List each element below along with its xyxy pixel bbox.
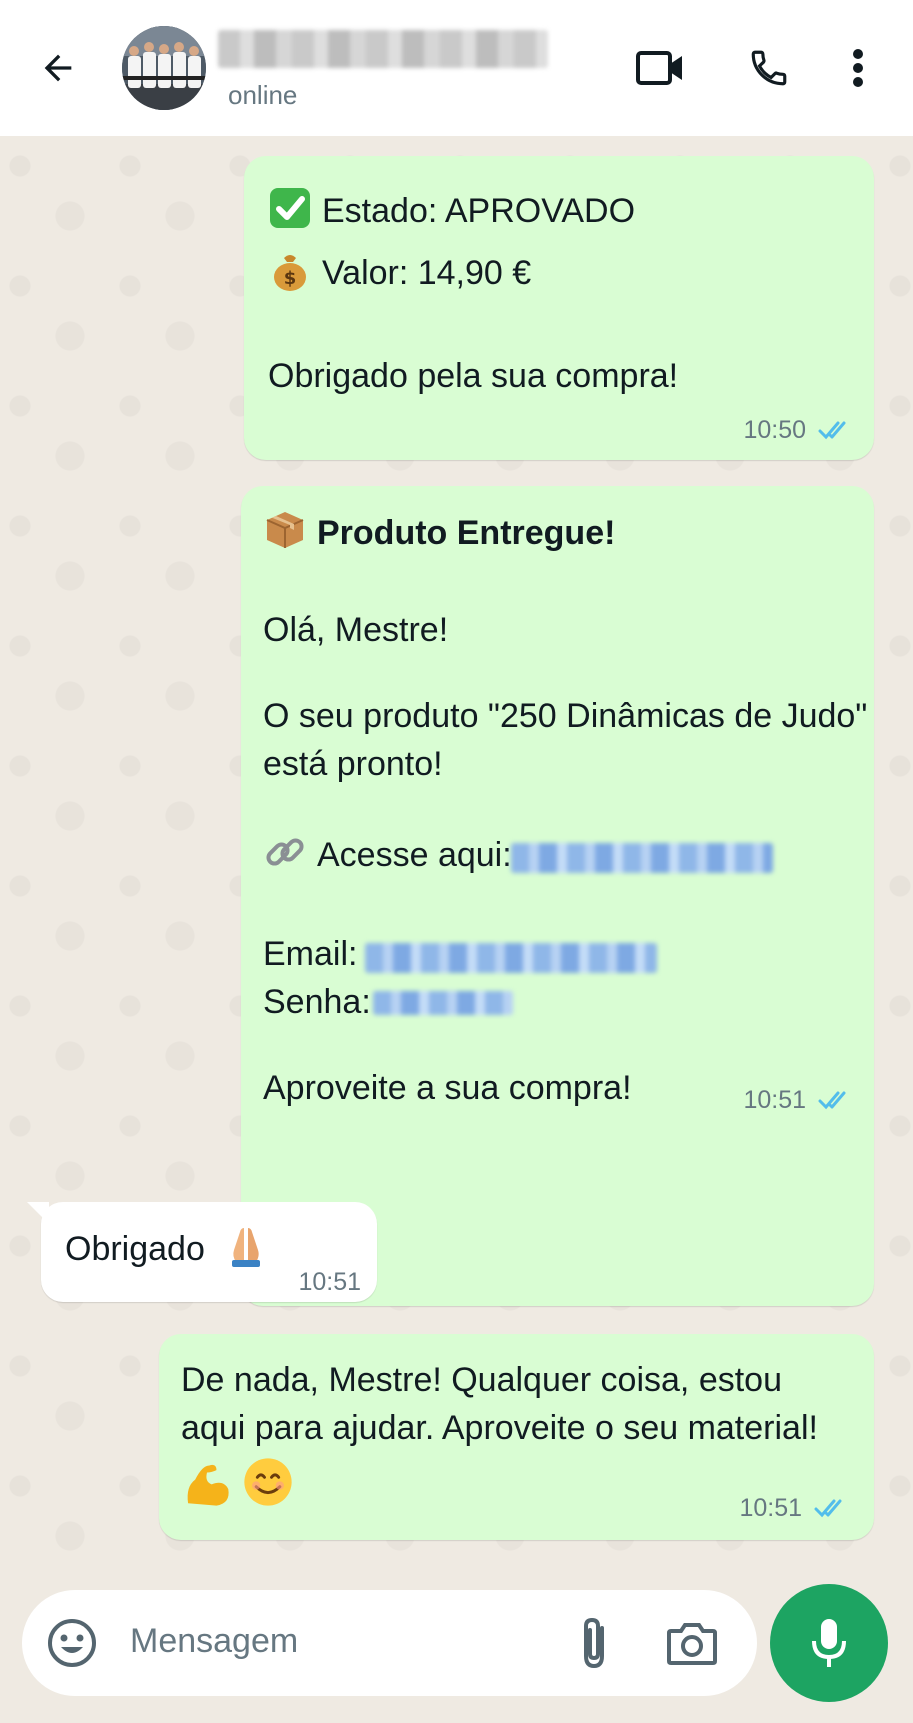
contact-avatar[interactable] [122, 26, 206, 110]
smiling-face-icon [244, 1458, 293, 1506]
svg-text:$: $ [284, 268, 297, 289]
message-bubble-outgoing[interactable]: Produto Entregue! Olá, Mestre! O seu pro… [241, 486, 874, 1306]
message-text: Obrigado pela sua compra! [268, 357, 679, 395]
attach-button[interactable] [566, 1615, 622, 1671]
message-text: Email: [263, 935, 358, 973]
voice-call-button[interactable] [741, 40, 797, 96]
message-text: está pronto! [263, 745, 443, 783]
redacted-email [365, 943, 657, 973]
read-receipt-icon [814, 1499, 842, 1518]
message-time: 10:50 [743, 416, 806, 444]
phone-icon [751, 50, 787, 86]
paperclip-icon [584, 1617, 604, 1669]
message-text: Aproveite a sua compra! [263, 1069, 632, 1107]
menu-button[interactable] [838, 40, 878, 96]
message-time: 10:51 [739, 1494, 802, 1522]
arrow-left-icon [44, 54, 72, 82]
folded-hands-icon [232, 1228, 261, 1267]
emoji-icon [48, 1619, 96, 1667]
video-call-button[interactable] [632, 40, 688, 96]
message-text: Obrigado [65, 1230, 205, 1268]
voice-message-button[interactable] [770, 1584, 888, 1702]
emoji-button[interactable] [44, 1615, 100, 1671]
microphone-icon [812, 1619, 846, 1667]
message-bubble-outgoing[interactable]: Estado: APROVADO $ Valor: 14,90 € Obriga… [244, 156, 874, 460]
redacted-link[interactable] [511, 843, 773, 873]
message-title: Produto Entregue! [317, 514, 616, 552]
message-text: Olá, Mestre! [263, 611, 449, 649]
read-receipt-icon [818, 421, 846, 440]
message-input[interactable]: Mensagem [130, 1622, 298, 1661]
chat-header: online [0, 0, 913, 136]
message-bubble-incoming[interactable]: Obrigado 10:51 [27, 1202, 377, 1302]
money-bag-icon: $ [274, 255, 306, 291]
message-text: aqui para ajudar. Aproveite o seu materi… [181, 1409, 818, 1447]
message-time: 10:51 [298, 1268, 361, 1296]
more-vert-icon [853, 49, 863, 87]
flexed-biceps-icon [187, 1464, 229, 1506]
camera-button[interactable] [664, 1615, 720, 1671]
message-bubble-outgoing[interactable]: De nada, Mestre! Qualquer coisa, estou a… [159, 1334, 874, 1540]
message-text: O seu produto "250 Dinâmicas de Judo" [263, 697, 868, 735]
link-icon [266, 838, 304, 866]
message-text: Acesse aqui: [317, 836, 512, 874]
whatsapp-chat-screen: online Estado: APROVADO $ Valor: 14,90 €… [0, 0, 913, 1723]
message-text: De nada, Mestre! Qualquer coisa, estou [181, 1361, 782, 1399]
message-text: Estado: APROVADO [322, 192, 636, 230]
check-mark-button-icon [270, 188, 310, 228]
message-time: 10:51 [743, 1086, 806, 1114]
read-receipt-icon [818, 1091, 846, 1110]
message-text: Senha: [263, 983, 371, 1021]
contact-name-redacted[interactable] [218, 30, 548, 68]
camera-icon [667, 1623, 717, 1665]
video-camera-icon [636, 51, 682, 85]
redacted-password [373, 991, 513, 1015]
chat-area[interactable]: Estado: APROVADO $ Valor: 14,90 € Obriga… [0, 136, 913, 1587]
message-text: Valor: 14,90 € [322, 254, 532, 292]
package-icon [266, 512, 304, 548]
back-button[interactable] [30, 40, 86, 96]
message-input-bar[interactable]: Mensagem [22, 1590, 757, 1696]
contact-status: online [228, 80, 298, 110]
